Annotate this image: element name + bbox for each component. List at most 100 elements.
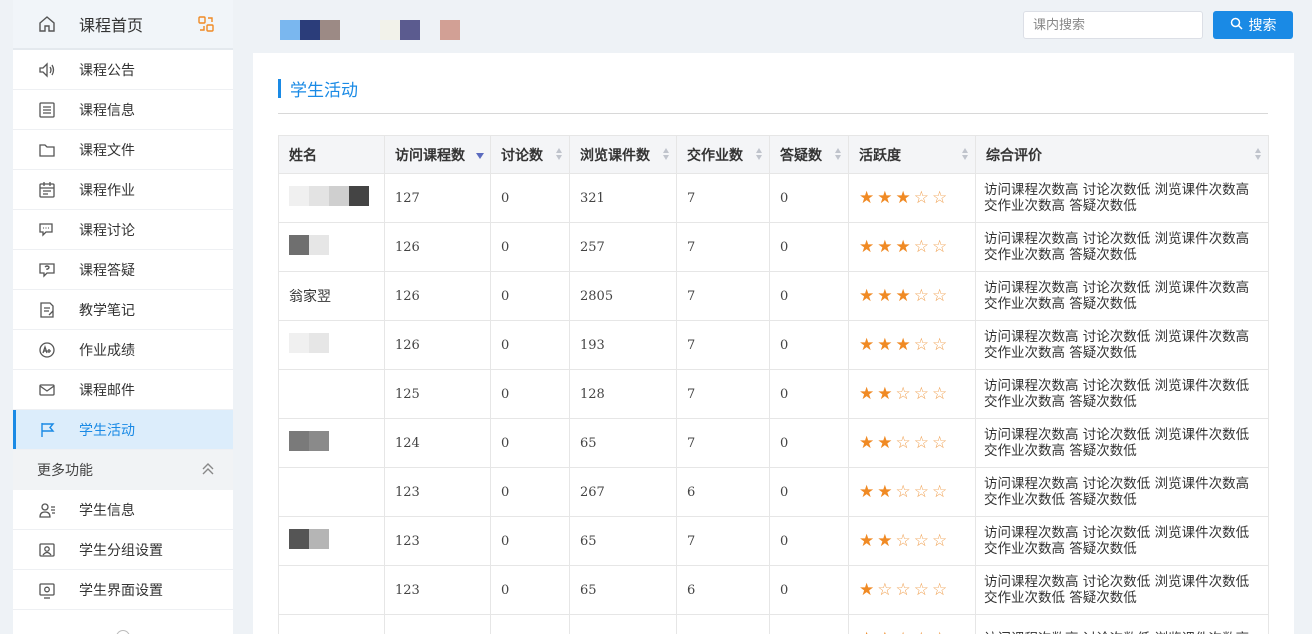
table-row[interactable]: 126 0 193 7 0 ★ ★ ★ ☆ ☆ 访问课程次数高 讨论次数低 浏览课件次数高 交作业次… [278, 320, 1269, 370]
more-functions-toggle[interactable]: 更多功能 [13, 450, 233, 490]
sidebar-item-folder[interactable]: 课程文件 [13, 130, 233, 170]
activity-rating: ★★☆☆☆ [848, 516, 976, 566]
sort-icon[interactable] [556, 148, 563, 162]
overall-evaluation: 访问课程次数高 讨论次数低 浏览课件次数高 交作业次数高 答疑次数低 [975, 271, 1269, 321]
table-row[interactable]: 123 0 65 7 0 ★ ★ ☆ ☆ ☆ 访问课程次数高 讨论次数低 浏览课件次数低 交作业次数… [278, 516, 1269, 566]
table-row[interactable]: 123 0 65 6 0 ★ ☆ ☆ ☆ ☆ 访问课程次数高 讨论次数低 浏览课件次数低 交作业次数… [278, 565, 1269, 615]
table-row[interactable]: 125 0 128 7 0 ★ ★ ☆ ☆ ☆ 访问课程次数高 讨论次数低 浏览课件次数低 交作业次… [278, 369, 1269, 419]
column-header-label: 姓名 [289, 147, 317, 164]
column-header[interactable]: 姓名 [278, 135, 385, 174]
cell-discussions: 0 [490, 565, 570, 615]
sidebar-item-label: 课程文件 [79, 142, 135, 159]
overall-evaluation: 访问课程次数高 讨论次数低 浏览课件次数低 交作业次数高 答疑次数低 [975, 369, 1269, 419]
search-button[interactable]: 搜索 [1213, 11, 1293, 39]
sidebar-item-list[interactable]: 课程信息 [13, 90, 233, 130]
table-row[interactable]: 翁家翌 126 0 2805 7 0 ★ ★ ★ ☆ ☆ 访问课程次数高 讨论次数低 浏览课件次数高 … [278, 271, 1269, 321]
column-header[interactable]: 浏览课件数 [569, 135, 677, 174]
cell-views: 128 [569, 369, 677, 419]
sidebar-item-question[interactable]: 课程答疑 [13, 250, 233, 290]
flag-icon [37, 420, 57, 440]
activity-rating: ★ ★ ★ ☆ ☆ [848, 222, 976, 272]
redacted-name [289, 333, 329, 353]
sidebar-item-speaker[interactable]: 课程公告 [13, 50, 233, 90]
cell-views [569, 614, 677, 634]
list-icon [37, 100, 57, 120]
column-header[interactable]: 访问课程数 [384, 135, 491, 174]
overall-evaluation: 访问课程次数高 讨论次数低 浏览课件次数低 交作业次数高 答疑次数低 [975, 418, 1269, 468]
title-divider [278, 113, 1268, 114]
sidebar-item-mail[interactable]: 课程邮件 [13, 370, 233, 410]
student-name [278, 516, 385, 566]
switch-icon[interactable] [197, 15, 215, 37]
sort-icon[interactable] [756, 148, 763, 162]
student-name [278, 222, 385, 272]
sidebar-item-group[interactable]: 学生分组设置 [13, 530, 233, 570]
sidebar-item-chat[interactable]: 课程讨论 [13, 210, 233, 250]
sidebar-item-note[interactable]: 教学笔记 [13, 290, 233, 330]
column-header[interactable]: 答疑数 [769, 135, 849, 174]
activity-rating: ★★☆☆☆ [848, 369, 976, 419]
sidebar-item-settings-screen[interactable]: 学生界面设置 [13, 570, 233, 610]
search-button-label: 搜索 [1248, 18, 1277, 34]
cell-views: 321 [569, 173, 677, 223]
table-row[interactable]: 124 0 65 7 0 ★ ★ ☆ ☆ ☆ 访问课程次数高 讨论次数低 浏览课件次数低 交作业次数… [278, 418, 1269, 468]
student-name [278, 369, 385, 419]
column-header[interactable]: 讨论数 [490, 135, 570, 174]
table-row[interactable]: 127 0 321 7 0 ★ ★ ★ ☆ ☆ 访问课程次数高 讨论次数低 浏览课件次数高 交作业次… [278, 173, 1269, 223]
note-icon [37, 300, 57, 320]
sidebar-item-label: 教学笔记 [79, 302, 135, 319]
cell-visits: 126 [384, 320, 491, 370]
star-filled-icon: ★ [877, 334, 893, 355]
sort-icon[interactable] [962, 148, 969, 162]
sidebar-item-grade[interactable]: 作业成绩 [13, 330, 233, 370]
search-input[interactable] [1023, 11, 1203, 39]
column-header[interactable]: 交作业数 [676, 135, 770, 174]
star-filled-icon: ★ [859, 334, 875, 355]
sidebar-item-label: 作业成绩 [79, 342, 135, 359]
column-header[interactable]: 活跃度 [848, 135, 976, 174]
column-header[interactable]: 综合评价 [975, 135, 1269, 174]
star-filled-icon: ★ [895, 187, 911, 208]
cell-views: 193 [569, 320, 677, 370]
star-empty-icon: ☆ [913, 334, 929, 355]
table-row[interactable]: 123 0 267 6 0 ★ ★ ☆ ☆ ☆ 访问课程次数高 讨论次数低 浏览课件次数高 交作业次… [278, 467, 1269, 517]
cell-discussions: 0 [490, 369, 570, 419]
cell-homework: 7 [676, 516, 770, 566]
star-empty-icon: ☆ [895, 383, 911, 404]
sidebar-item-home[interactable]: 课程首页 [13, 0, 233, 50]
cell-visits: 124 [384, 418, 491, 468]
cell-homework: 7 [676, 271, 770, 321]
sort-icon[interactable] [663, 148, 670, 162]
speaker-icon [37, 60, 57, 80]
star-filled-icon: ★ [877, 530, 893, 551]
star-empty-icon: ☆ [932, 579, 948, 600]
activity-table: 姓名 访问课程数 讨论数 浏览课件数 交作业数 答疑数 活跃度 综合评价 127 0 321 7 0 ★… [278, 135, 1269, 634]
star-filled-icon: ★ [895, 236, 911, 257]
sort-desc-icon[interactable] [476, 153, 484, 159]
star-filled-icon: ★ [877, 630, 892, 634]
sort-icon[interactable] [1255, 148, 1262, 162]
redacted-name [289, 431, 329, 451]
sidebar-item-label: 学生信息 [79, 502, 135, 519]
star-empty-icon: ☆ [932, 285, 948, 306]
cell-discussions: 0 [490, 418, 570, 468]
sort-icon[interactable] [835, 148, 842, 162]
grade-icon [37, 340, 57, 360]
cell-visits [384, 614, 491, 634]
cell-qa: 0 [769, 467, 849, 517]
sidebar-item-flag[interactable]: 学生活动 [13, 410, 233, 450]
star-filled-icon: ★ [859, 481, 875, 502]
table-row[interactable]: 126 0 257 7 0 ★ ★ ★ ☆ ☆ 访问课程次数高 讨论次数低 浏览课件次数高 交作业次… [278, 222, 1269, 272]
user-info-icon [37, 500, 57, 520]
sidebar-item-user-info[interactable]: 学生信息 [13, 490, 233, 530]
sidebar-item-label: 课程讨论 [79, 222, 135, 239]
star-empty-icon: ☆ [932, 236, 948, 257]
cell-homework: 7 [676, 369, 770, 419]
star-empty-icon: ☆ [895, 481, 911, 502]
cell-discussions: 0 [490, 173, 570, 223]
table-row[interactable]: ★★☆☆☆访问课程次数高 讨论次数低 浏览课件次数高 [278, 614, 1269, 634]
column-header-label: 讨论数 [501, 147, 543, 164]
sidebar-item-label: 课程首页 [79, 16, 144, 35]
sidebar-item-calendar[interactable]: 课程作业 [13, 170, 233, 210]
student-name [278, 614, 385, 634]
